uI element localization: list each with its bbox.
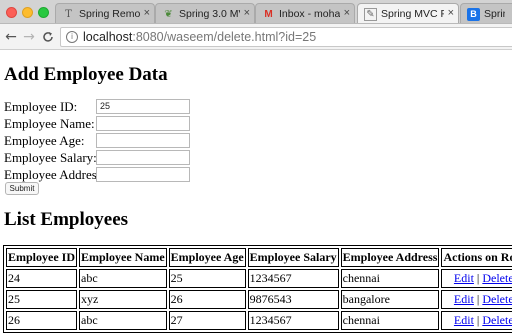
cell-employee-age: 26 [168,290,246,309]
employee-id-field[interactable]: 25 [96,99,190,114]
edit-link[interactable]: Edit [454,292,474,306]
window-close-button[interactable] [6,7,17,18]
browser-tab-spring-mvc[interactable]: B Spring M [460,3,512,23]
cell-employee-salary: 1234567 [247,269,339,288]
employee-salary-field[interactable] [96,150,190,165]
employee-salary-label: Employee Salary: [4,150,97,165]
gmail-icon: M [264,8,273,20]
reload-icon-svg [43,32,53,42]
window-minimize-button[interactable] [22,7,33,18]
url-text[interactable]: localhost:8080/waseem/delete.html?id=25 [83,30,316,44]
cell-employee-address: bangalore [340,290,440,309]
browser-toolbar: ← → i localhost:8080/waseem/delete.html?… [0,24,512,50]
cell-employee-id: 26 [6,311,77,330]
column-header-employee-address: Employee Address [340,248,440,267]
cell-employee-name: xyz [79,290,167,309]
edit-link[interactable]: Edit [454,313,474,327]
address-bar[interactable]: i localhost:8080/waseem/delete.html?id=2… [60,27,512,47]
action-separator: | [476,292,480,306]
url-host: localhost [83,30,133,44]
browser-tab-inbox[interactable]: M Inbox - moham × [255,3,355,23]
employee-name-field[interactable] [96,116,190,131]
cell-actions: Edit | Delete [441,290,512,309]
reload-icon[interactable] [40,28,56,46]
table-row: 24 abc 25 1234567 chennai Edit | Delete [6,269,512,288]
back-arrow-icon[interactable]: ← [3,28,19,46]
site-logo-icon: B [467,8,480,21]
cell-employee-salary: 9876543 [247,290,339,309]
window-maximize-button[interactable] [38,7,49,18]
cell-employee-id: 24 [6,269,77,288]
submit-button[interactable]: Submit [5,182,39,195]
close-tab-icon[interactable]: × [144,7,150,19]
column-header-employee-id: Employee ID [6,248,77,267]
employee-age-label: Employee Age: [4,133,85,148]
url-path: :8080/waseem/delete.html?id=25 [132,30,317,44]
forward-arrow-icon[interactable]: → [21,28,37,46]
info-icon[interactable]: i [66,31,78,43]
employee-id-label: Employee ID: [4,99,78,114]
page-icon: ✎ [364,8,377,21]
employee-age-field[interactable] [96,133,190,148]
column-header-employee-age: Employee Age [168,248,246,267]
page-content: Add Employee Data Employee ID: 25 Employ… [0,51,512,335]
tab-title: Spring MVC Fo [381,8,444,20]
table-row: 26 abc 27 1234567 chennai Edit | Delete [6,311,512,330]
browser-tab-spring-mvc-3[interactable]: ❦ Spring 3.0 MVC × [155,3,255,23]
column-header-employee-name: Employee Name [79,248,167,267]
cell-employee-salary: 1234567 [247,311,339,330]
delete-link[interactable]: Delete [482,292,512,306]
employee-address-label: Employee Address: [4,167,106,182]
delete-link[interactable]: Delete [482,271,512,285]
browser-tab-spring-mvc-form[interactable]: ✎ Spring MVC Fo × [357,3,459,23]
table-header-row: Employee ID Employee Name Employee Age E… [6,248,512,267]
column-header-employee-salary: Employee Salary [247,248,339,267]
cell-employee-age: 25 [168,269,246,288]
cell-employee-address: chennai [340,269,440,288]
leaf-icon: ❦ [164,8,173,20]
cell-employee-name: abc [79,269,167,288]
action-separator: | [476,271,480,285]
tab-strip: T Spring Remotin × ❦ Spring 3.0 MVC × M … [0,0,512,24]
cell-employee-address: chennai [340,311,440,330]
tab-title: Spring Remotin [79,8,140,20]
delete-link[interactable]: Delete [482,313,512,327]
tab-title: Spring 3.0 MVC [179,8,240,20]
tab-title: Spring M [484,8,505,20]
browser-tab-spring-remoting[interactable]: T Spring Remotin × [55,3,155,23]
cell-employee-id: 25 [6,290,77,309]
add-employee-heading: Add Employee Data [4,64,168,85]
close-tab-icon[interactable]: × [448,7,454,19]
edit-link[interactable]: Edit [454,271,474,285]
list-employees-heading: List Employees [4,209,129,230]
cell-actions: Edit | Delete [441,269,512,288]
tab-title: Inbox - moham [279,8,340,20]
column-header-actions: Actions on Row [441,248,512,267]
close-tab-icon[interactable]: × [244,7,250,19]
text-document-icon: T [65,8,72,20]
cell-employee-name: abc [79,311,167,330]
close-tab-icon[interactable]: × [344,7,350,19]
cell-employee-age: 27 [168,311,246,330]
action-separator: | [476,313,480,327]
employee-name-label: Employee Name: [4,116,95,131]
employee-address-field[interactable] [96,167,190,182]
table-row: 25 xyz 26 9876543 bangalore Edit | Delet… [6,290,512,309]
cell-actions: Edit | Delete [441,311,512,330]
employees-table: Employee ID Employee Name Employee Age E… [3,245,512,333]
